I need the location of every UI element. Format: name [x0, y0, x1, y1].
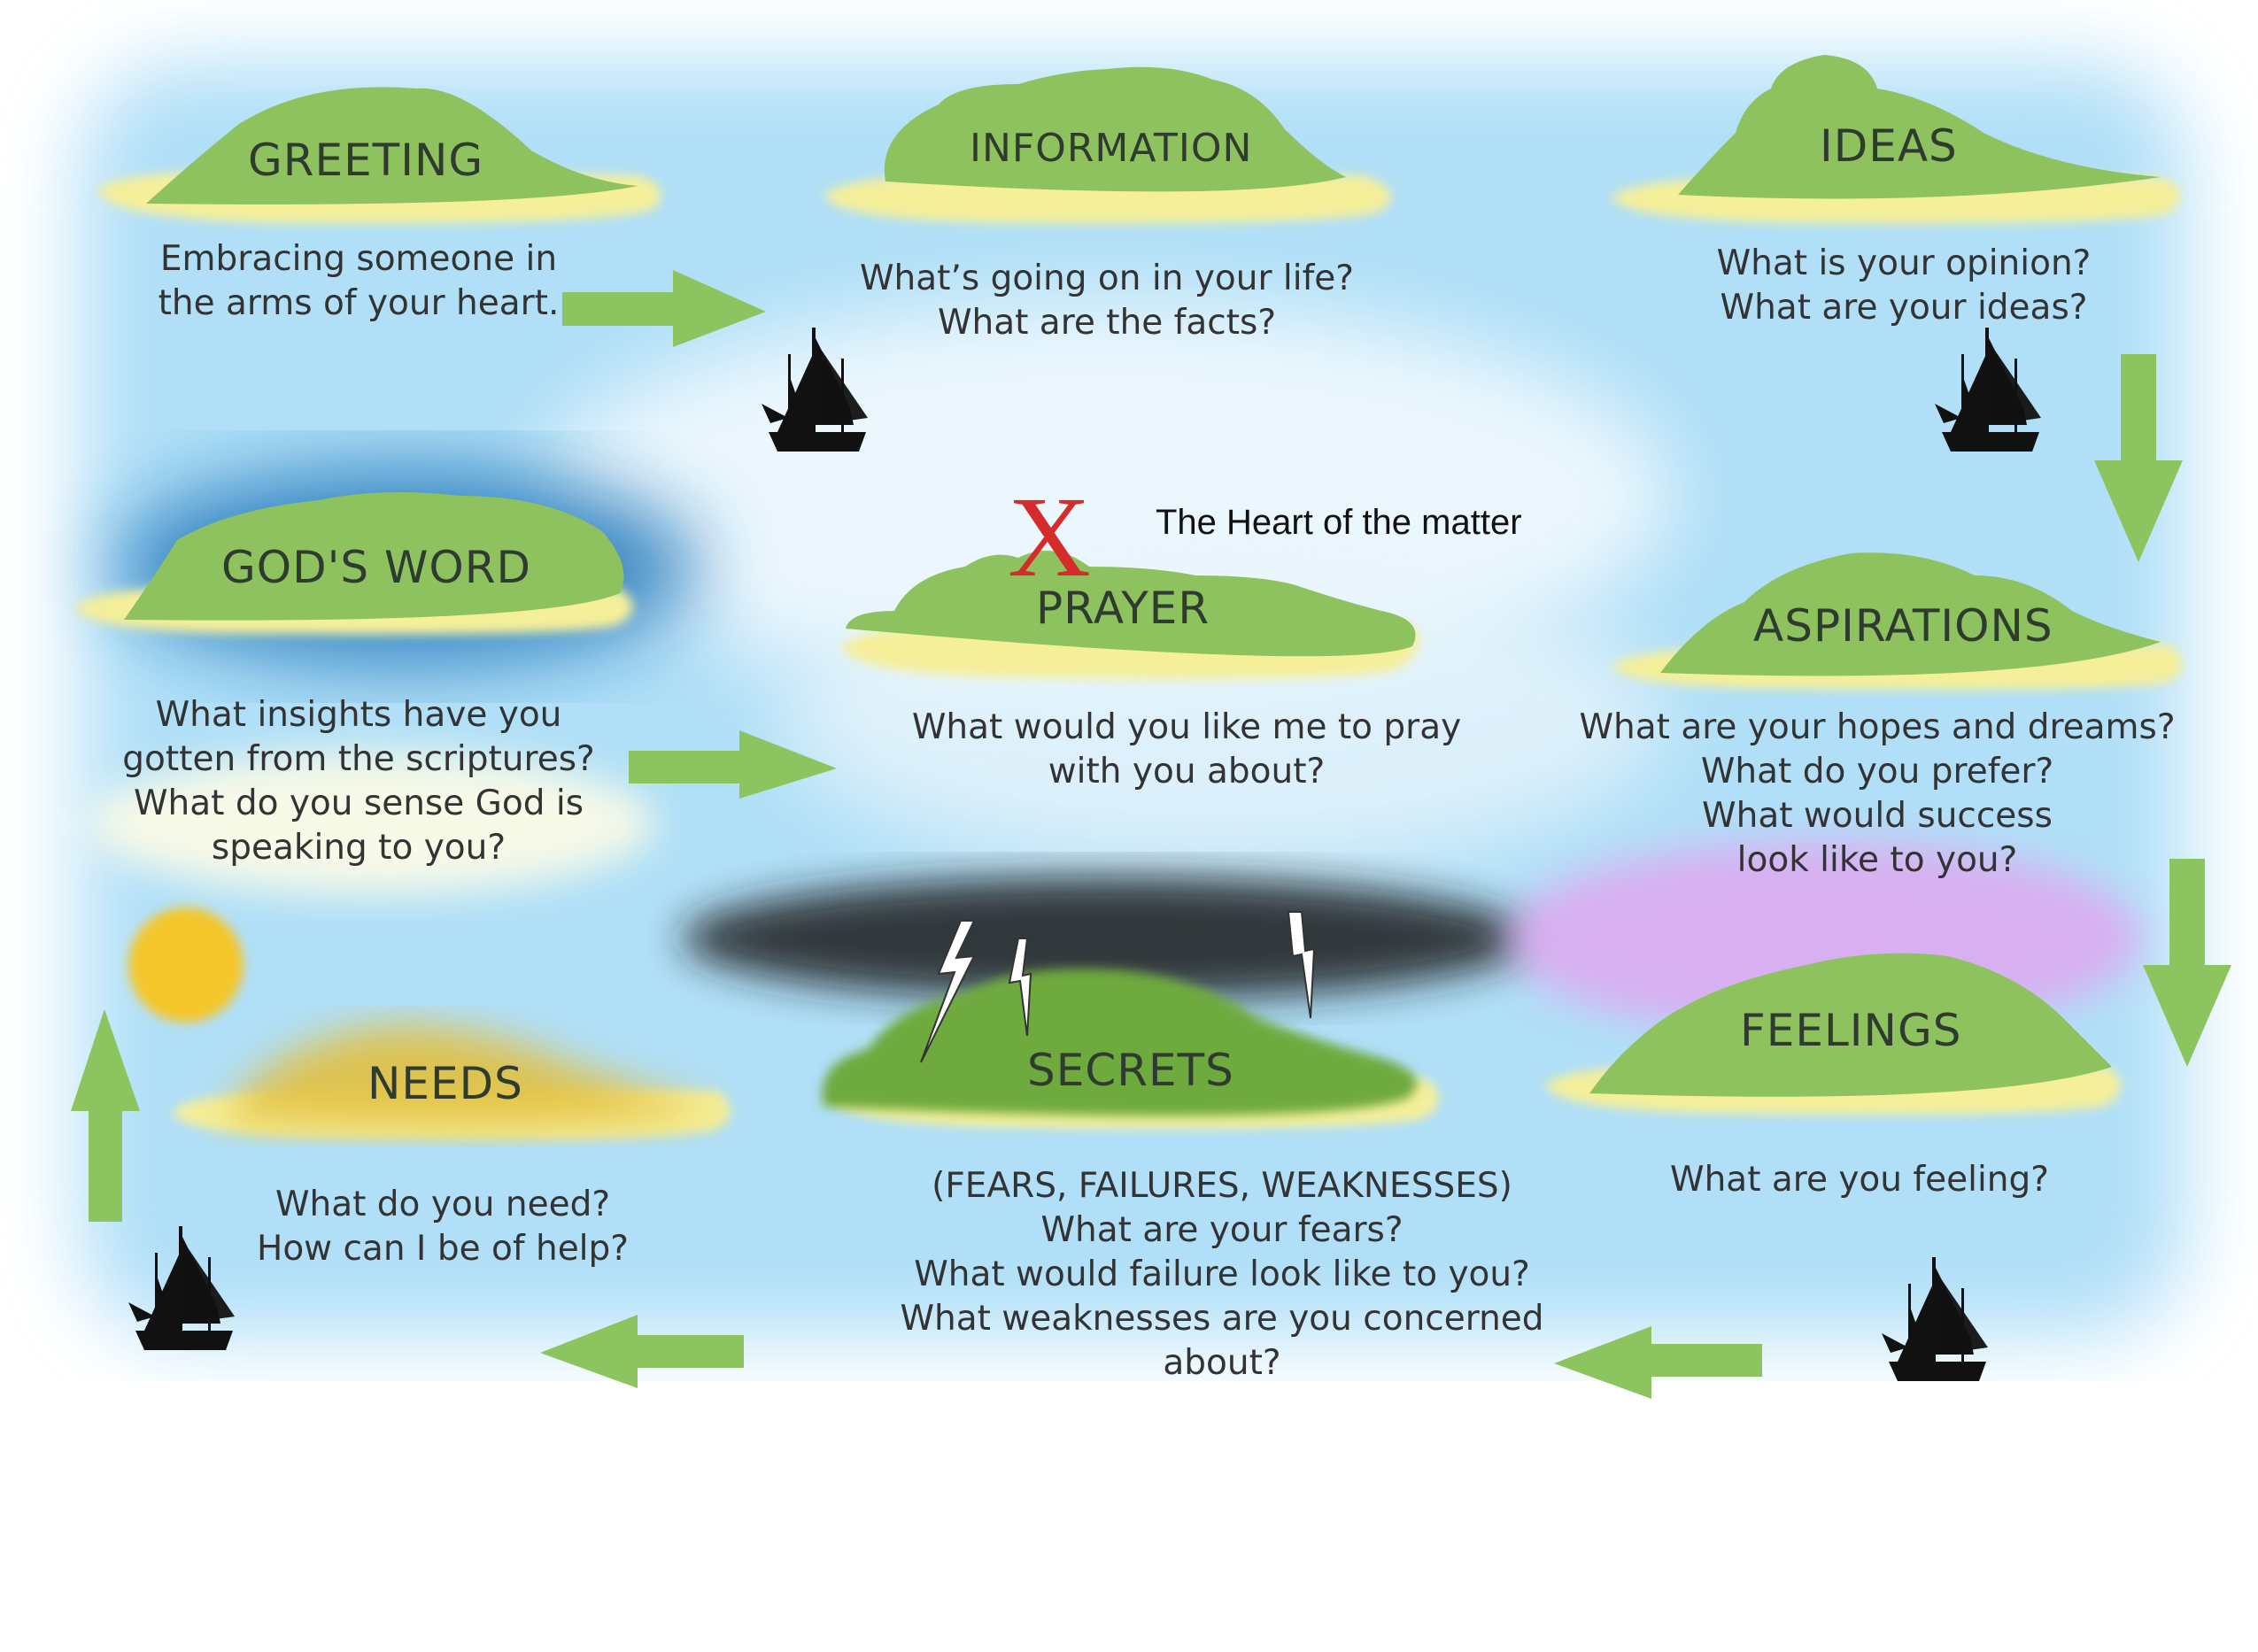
- sun-icon: [128, 907, 244, 1023]
- ideas-description: What is your opinion? What are your ideas…: [1716, 243, 2092, 328]
- feelings-description: What are you feeling?: [1670, 1160, 2049, 1200]
- feelings-title: FEELINGS: [1740, 1005, 1962, 1056]
- prayer-description: What would you like me to pray with you a…: [911, 707, 1462, 791]
- aspirations-description: What are your hopes and dreams? What do y…: [1579, 707, 2176, 880]
- secrets-title: SECRETS: [1027, 1045, 1234, 1096]
- aspirations-title: ASPIRATIONS: [1753, 600, 2053, 652]
- needs-description: What do you need? How can I be of help?: [257, 1185, 629, 1269]
- needs-title: NEEDS: [367, 1058, 523, 1109]
- ideas-title: IDEAS: [1820, 120, 1958, 172]
- greeting-description: Embracing someone in the arms of your hea…: [158, 239, 560, 323]
- information-description: What’s going on in your life? What are th…: [859, 259, 1355, 343]
- gods-word-title: GOD'S WORD: [221, 542, 532, 593]
- secrets-description: (FEARS, FAILURES, WEAKNESSES) What are yo…: [900, 1166, 1544, 1383]
- greeting-title: GREETING: [248, 135, 484, 186]
- prayer-title: PRAYER: [1036, 583, 1210, 634]
- treasure-map-diagram: X The Heart of the matter GREETING INFOR…: [0, 0, 2258, 1652]
- gods-word-description: What insights have you gotten from the sc…: [122, 695, 595, 868]
- information-title: INFORMATION: [970, 126, 1253, 171]
- heart-of-matter-label: The Heart of the matter: [1156, 503, 1522, 542]
